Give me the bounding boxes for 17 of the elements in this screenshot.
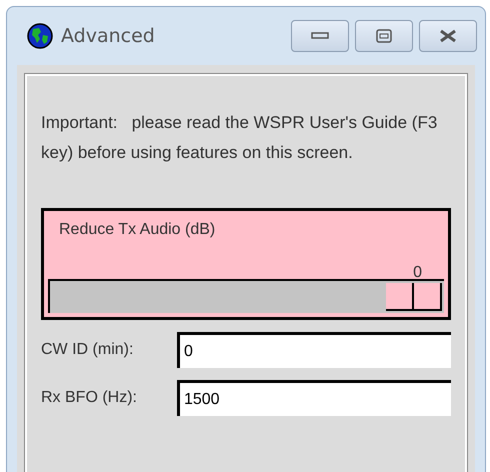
globe-icon (27, 23, 53, 49)
close-icon (438, 29, 458, 43)
field-label: Rx BFO (Hz): (41, 389, 138, 407)
maximize-icon (376, 29, 392, 43)
minimize-icon (311, 32, 329, 40)
window-title: Advanced (61, 25, 155, 47)
close-button[interactable] (419, 20, 477, 52)
slider-thumb[interactable] (386, 283, 442, 311)
notice-text: Important: please read the WSPR User's Guide (F3 key) before using features on this screen. (41, 112, 438, 164)
minimize-button[interactable] (291, 20, 349, 52)
input-field[interactable]: 0 (176, 332, 451, 368)
slider-label: Reduce Tx Audio (dB) (59, 221, 216, 239)
maximize-button[interactable] (355, 20, 413, 52)
input-field[interactable]: 1500 (176, 380, 451, 416)
slider-track[interactable] (48, 279, 444, 313)
field-label: CW ID (min): (41, 341, 134, 359)
slider-reading: 0 (413, 264, 422, 282)
